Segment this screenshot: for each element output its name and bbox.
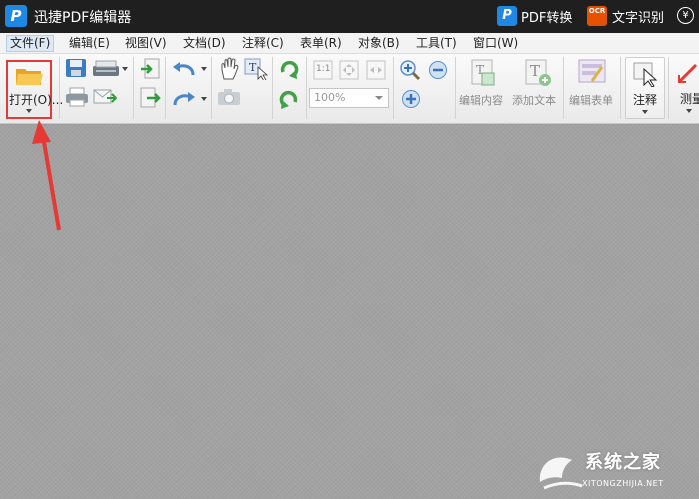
snapshot-icon[interactable] (217, 88, 241, 106)
toolbar-separator (211, 57, 212, 119)
menu-edit[interactable]: 编辑(E) (66, 35, 113, 52)
zoom-plus-icon[interactable] (401, 89, 421, 109)
add-text-label: 添加文本 (512, 94, 556, 107)
annotate-button[interactable]: 注释 (625, 57, 665, 119)
undo-dropdown-icon[interactable] (201, 67, 207, 71)
toolbar-separator (393, 57, 394, 119)
annotate-dropdown-icon[interactable] (642, 110, 648, 114)
menu-tools[interactable]: 工具(T) (413, 35, 460, 52)
scanner-icon[interactable] (92, 59, 120, 77)
pdf-convert-label: PDF转换 (521, 10, 573, 26)
import-icon[interactable] (139, 58, 161, 80)
toolbar-separator (620, 57, 621, 119)
currency-icon[interactable]: ¥ (677, 7, 694, 24)
edit-form-icon[interactable] (578, 59, 606, 85)
toolbar-separator (133, 57, 134, 119)
menu-bar: 文件(F) 编辑(E) 视图(V) 文档(D) 注释(C) 表单(R) 对象(B… (0, 33, 699, 54)
open-label: 打开(O)... (9, 93, 64, 107)
folder-open-icon (16, 69, 43, 85)
toolbar-separator (306, 57, 307, 119)
zoom-out-icon[interactable] (428, 60, 448, 80)
undo-icon[interactable] (171, 59, 197, 79)
measure-dropdown-icon[interactable] (686, 109, 692, 113)
menu-window[interactable]: 窗口(W) (470, 35, 521, 52)
measure-icon[interactable] (677, 62, 699, 84)
app-title: 迅捷PDF编辑器 (34, 10, 132, 26)
svg-text:T: T (249, 61, 257, 74)
ocr-label: 文字识别 (612, 10, 665, 26)
annotate-label: 注释 (633, 93, 658, 107)
menu-document[interactable]: 文档(D) (180, 35, 229, 52)
measure-label: 测量 (680, 92, 699, 106)
fit-page-icon[interactable] (339, 60, 359, 80)
toolbar-separator (455, 57, 456, 119)
select-text-icon[interactable]: T (244, 58, 270, 80)
pdf-convert-button[interactable]: P PDF转换 (497, 5, 572, 27)
svg-text:T: T (530, 62, 540, 80)
menu-comment[interactable]: 注释(C) (239, 35, 287, 52)
toolbar-separator (563, 57, 564, 119)
fit-width-icon[interactable] (366, 60, 386, 80)
toolbar-separator (59, 57, 60, 119)
export-icon[interactable] (139, 87, 161, 109)
zoom-select[interactable]: 100% (309, 88, 389, 108)
red-arrow-icon (32, 120, 61, 231)
toolbar-separator (272, 57, 273, 119)
toolbar-separator (165, 57, 166, 119)
zoom-in-icon[interactable] (399, 59, 421, 81)
redo-icon[interactable] (171, 89, 197, 109)
redo-dropdown-icon[interactable] (201, 97, 207, 101)
annotate-icon (633, 62, 658, 87)
rotate-ccw-icon[interactable] (278, 88, 300, 110)
scanner-dropdown-icon[interactable] (122, 67, 128, 71)
ocr-icon: OCR (587, 6, 607, 26)
menu-view[interactable]: 视图(V) (122, 35, 170, 52)
watermark-brand: 系统之家 (585, 452, 661, 473)
menu-file[interactable]: 文件(F) (6, 35, 55, 52)
zoom-dropdown-icon[interactable] (375, 96, 383, 100)
hand-tool-icon[interactable] (218, 57, 240, 81)
menu-form[interactable]: 表单(R) (297, 35, 345, 52)
edit-content-label: 编辑内容 (459, 94, 503, 107)
title-bar: P 迅捷PDF编辑器 P PDF转换 OCR 文字识别 ¥ (0, 0, 699, 33)
edit-content-icon[interactable]: T (470, 59, 496, 87)
toolbar-separator (668, 57, 669, 119)
edit-form-label: 编辑表单 (569, 94, 613, 107)
open-button[interactable]: 打开(O)... (6, 60, 63, 119)
email-icon[interactable] (93, 88, 117, 106)
menu-object[interactable]: 对象(B) (355, 35, 403, 52)
watermark-url: XITONGZHIJIA.NET (582, 479, 664, 488)
print-icon[interactable] (65, 87, 89, 107)
app-logo-icon: P (5, 5, 27, 27)
rotate-cw-icon[interactable] (278, 58, 300, 80)
zoom-value: 100% (314, 91, 346, 104)
open-dropdown-icon[interactable] (26, 109, 32, 113)
save-icon[interactable] (65, 58, 87, 78)
add-text-icon[interactable]: T (524, 59, 552, 87)
ocr-button[interactable]: OCR 文字识别 (587, 5, 664, 27)
pdf-convert-icon: P (497, 6, 517, 26)
actual-size-label: 1:1 (316, 64, 331, 74)
